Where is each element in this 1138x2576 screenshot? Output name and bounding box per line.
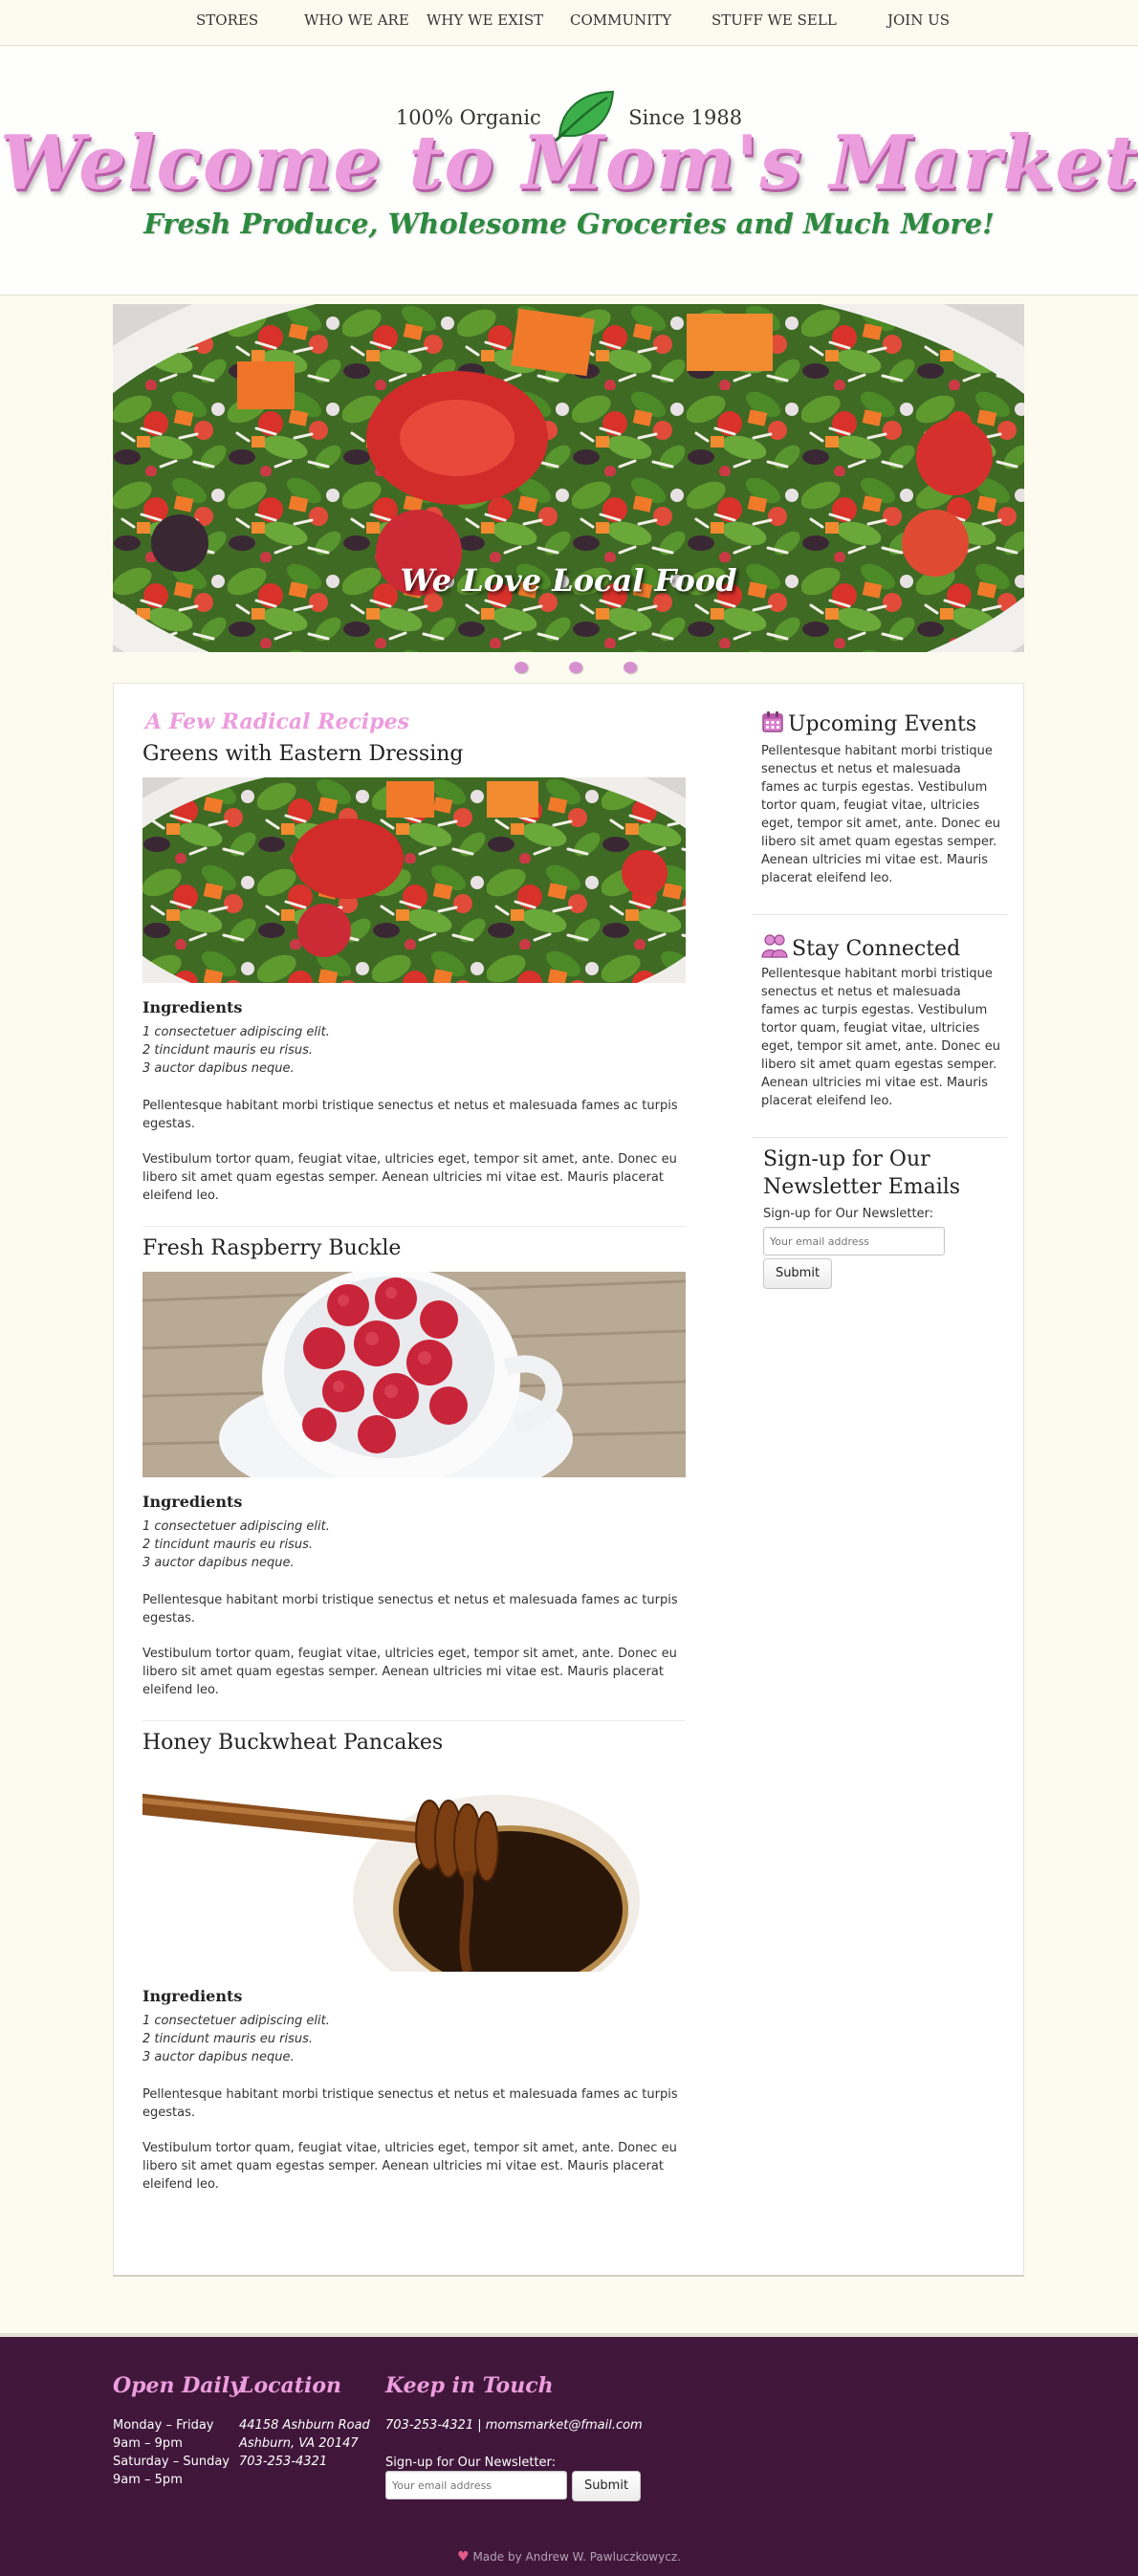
connect-text: Pellentesque habitant morbi tristique se… xyxy=(761,967,1000,1108)
footer-hours-line: 9am – 9pm xyxy=(113,2436,183,2451)
footer-location-title: Location xyxy=(239,2373,341,2398)
nav-item-community[interactable]: COMMUNITY xyxy=(570,11,671,29)
divider xyxy=(142,1226,686,1227)
footer-hours-title: Open Daily xyxy=(113,2373,243,2398)
newsletter-label: Sign-up for Our Newsletter: xyxy=(763,1207,934,1221)
ingredients-heading: Ingredients xyxy=(142,1493,243,1511)
slider-dot-2[interactable] xyxy=(569,662,582,673)
ingredients-heading: Ingredients xyxy=(142,998,243,1016)
events-text: Pellentesque habitant morbi tristique se… xyxy=(761,744,1000,885)
footer-address-line: 44158 Ashburn Road xyxy=(239,2418,370,2433)
calendar-icon xyxy=(761,710,784,739)
ingredient-item: 1 consectetuer adipiscing elit. xyxy=(142,2014,330,2028)
recipe-paragraph: Vestibulum tortor quam, feugiat vitae, u… xyxy=(142,1152,677,1203)
section-title: A Few Radical Recipes xyxy=(145,709,409,734)
recipe-paragraph: Vestibulum tortor quam, feugiat vitae, u… xyxy=(142,2141,677,2192)
ingredients-list: 1 consectetuer adipiscing elit. 2 tincid… xyxy=(142,1023,330,1078)
ingredients-heading: Ingredients xyxy=(142,1987,243,2005)
events-title: Upcoming Events xyxy=(788,712,977,736)
recipe-image-honey xyxy=(142,1766,686,1972)
ingredient-item: 2 tincidunt mauris eu risus. xyxy=(142,2032,314,2046)
divider xyxy=(142,1720,686,1721)
hero-slider[interactable]: We Love Local Food xyxy=(113,304,1024,652)
footer-hours-line: Monday – Friday xyxy=(113,2418,214,2433)
newsletter-title: Sign-up for Our Newsletter Emails xyxy=(763,1147,961,1199)
ingredient-item: 2 tincidunt mauris eu risus. xyxy=(142,1043,314,1058)
ingredient-item: 3 auctor dapibus neque. xyxy=(142,2050,295,2064)
recipe-paragraph: Pellentesque habitant morbi tristique se… xyxy=(142,1099,678,1131)
sidebar-submit-button[interactable]: Submit xyxy=(763,1258,832,1289)
hero-caption: We Love Local Food xyxy=(400,562,737,599)
footer-contact-line[interactable]: 703-253-4321 | momsmarket@fmail.com xyxy=(385,2416,643,2434)
slider-dot-1[interactable] xyxy=(514,662,528,673)
footer-hours-line: 9am – 5pm xyxy=(113,2473,183,2487)
nav-item-stores[interactable]: STORES xyxy=(196,11,258,29)
hero-salad-image xyxy=(113,304,1024,652)
footer-credit: ♥ Made by Andrew W. Pawluczkowycz. xyxy=(0,2549,1138,2565)
connect-heading: Stay Connected xyxy=(761,933,960,964)
divider xyxy=(752,914,1008,915)
site-title: Welcome to Mom's Market xyxy=(0,120,1138,207)
nav-item-stuff-we-sell[interactable]: STUFF WE SELL xyxy=(711,11,837,29)
ingredients-list: 1 consectetuer adipiscing elit. 2 tincid… xyxy=(142,1517,330,1572)
footer-email-input[interactable] xyxy=(385,2471,567,2500)
recipe-title: Greens with Eastern Dressing xyxy=(142,742,464,766)
top-nav: STORES WHO WE ARE WHY WE EXIST COMMUNITY… xyxy=(0,0,1138,46)
footer-address-line: Ashburn, VA 20147 xyxy=(239,2436,359,2451)
sidebar-email-input[interactable] xyxy=(763,1227,945,1255)
footer-phone: 703-253-4321 xyxy=(239,2455,328,2469)
ingredients-list: 1 consectetuer adipiscing elit. 2 tincid… xyxy=(142,2012,330,2066)
nav-item-join-us[interactable]: JOIN US xyxy=(887,11,950,29)
heart-icon: ♥ xyxy=(457,2549,470,2565)
recipe-title: Fresh Raspberry Buckle xyxy=(142,1236,402,1260)
recipe-title: Honey Buckwheat Pancakes xyxy=(142,1731,444,1755)
ingredient-item: 3 auctor dapibus neque. xyxy=(142,1556,295,1570)
footer-contact-title: Keep in Touch xyxy=(385,2373,554,2398)
recipe-image-raspberries xyxy=(142,1272,686,1477)
ingredient-item: 3 auctor dapibus neque. xyxy=(142,1061,295,1076)
recipe-paragraph: Pellentesque habitant morbi tristique se… xyxy=(142,2087,678,2120)
events-heading: Upcoming Events xyxy=(761,710,976,739)
nav-item-who-we-are[interactable]: WHO WE ARE xyxy=(304,11,409,29)
footer-submit-button[interactable]: Submit xyxy=(572,2471,641,2501)
ingredient-item: 1 consectetuer adipiscing elit. xyxy=(142,1519,330,1534)
ingredient-item: 1 consectetuer adipiscing elit. xyxy=(142,1025,330,1039)
nav-item-why-we-exist[interactable]: WHY WE EXIST xyxy=(427,11,543,29)
site-header: 100% Organic Since 1988 Welcome to Mom's… xyxy=(0,47,1138,295)
connect-title: Stay Connected xyxy=(792,937,961,961)
slider-dot-3[interactable] xyxy=(624,662,637,673)
footer-hours-line: Saturday – Sunday xyxy=(113,2455,230,2469)
recipe-paragraph: Vestibulum tortor quam, feugiat vitae, u… xyxy=(142,1647,677,1697)
ingredient-item: 2 tincidunt mauris eu risus. xyxy=(142,1538,314,1552)
footer-newsletter-label: Sign-up for Our Newsletter: xyxy=(385,2456,557,2470)
credit-text: Made by Andrew W. Pawluczkowycz. xyxy=(472,2550,681,2564)
people-icon xyxy=(761,933,788,964)
site-subtitle: Fresh Produce, Wholesome Groceries and M… xyxy=(143,207,995,240)
recipe-paragraph: Pellentesque habitant morbi tristique se… xyxy=(142,1593,678,1626)
divider xyxy=(752,1137,1008,1138)
recipe-image-salad xyxy=(142,777,686,983)
